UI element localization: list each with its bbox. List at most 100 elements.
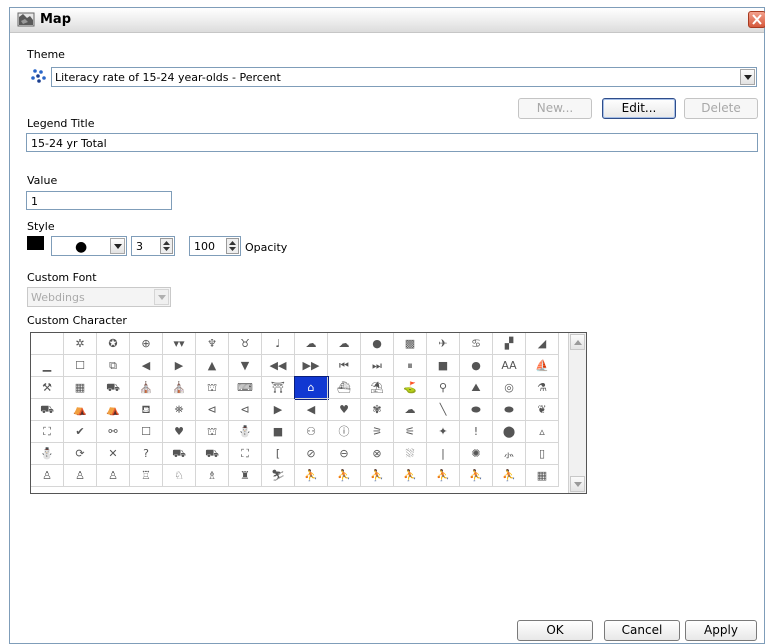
value-input[interactable]: 1	[26, 191, 172, 210]
character-cell[interactable]: ▲	[196, 355, 229, 377]
legend-title-input[interactable]: 15-24 yr Total	[26, 133, 758, 152]
character-cell[interactable]: ⛶	[31, 421, 64, 443]
character-cell[interactable]: ⛺	[64, 399, 97, 421]
character-cell[interactable]: ♖	[130, 465, 163, 487]
symbol-dropdown-arrow[interactable]	[110, 238, 125, 254]
character-cell[interactable]: ⛟	[31, 399, 64, 421]
character-cell[interactable]: ⊲	[229, 399, 262, 421]
character-cell[interactable]: ⚇	[295, 421, 328, 443]
ok-button[interactable]: OK	[517, 620, 593, 641]
character-cell[interactable]: ⛩	[262, 377, 295, 399]
character-cell[interactable]: ▶	[262, 399, 295, 421]
character-cell[interactable]: ■	[427, 355, 460, 377]
character-cell[interactable]: ⛟	[196, 443, 229, 465]
character-cell[interactable]: |	[427, 443, 460, 465]
character-cell[interactable]: ✦	[427, 421, 460, 443]
character-cell[interactable]: ⛹	[295, 465, 328, 487]
character-cell[interactable]: ◢	[526, 333, 559, 355]
character-cell[interactable]: ✲	[64, 333, 97, 355]
style-symbol-select[interactable]: ●	[51, 236, 127, 256]
character-cell[interactable]: ⌨	[229, 377, 262, 399]
style-color-swatch[interactable]	[27, 236, 44, 250]
character-cell[interactable]: ⛹	[460, 465, 493, 487]
character-cell[interactable]: ●	[361, 333, 394, 355]
character-cell[interactable]: ✕	[97, 443, 130, 465]
character-cell[interactable]: ⛹	[394, 465, 427, 487]
scroll-down-button[interactable]	[570, 476, 585, 492]
character-cell[interactable]: ◎	[493, 377, 526, 399]
character-cell[interactable]: ⛹	[361, 465, 394, 487]
grid-scrollbar[interactable]	[568, 333, 586, 493]
character-cell[interactable]: [	[262, 443, 295, 465]
character-cell[interactable]: ✺	[460, 443, 493, 465]
character-cell[interactable]: ■	[262, 421, 295, 443]
character-cell[interactable]: ▞	[493, 333, 526, 355]
character-cell[interactable]: ⛺	[97, 399, 130, 421]
opacity-spinner[interactable]: 100	[189, 236, 241, 256]
character-cell[interactable]: ⚲	[427, 377, 460, 399]
apply-button[interactable]: Apply	[685, 620, 757, 641]
character-cell[interactable]: ▵	[526, 421, 559, 443]
character-cell[interactable]: ☁	[328, 333, 361, 355]
character-cell[interactable]: ♗	[196, 465, 229, 487]
character-cell[interactable]: ⺗	[493, 443, 526, 465]
character-cell[interactable]: ▦	[526, 465, 559, 487]
character-cell[interactable]: ⛳	[394, 377, 427, 399]
character-cell[interactable]: ⛱	[361, 377, 394, 399]
character-cell[interactable]: ⚗	[526, 377, 559, 399]
character-cell[interactable]: ⛾	[130, 399, 163, 421]
character-cell[interactable]: ✪	[97, 333, 130, 355]
character-cell[interactable]: ⏮	[328, 355, 361, 377]
character-cell[interactable]: ▁	[31, 355, 64, 377]
character-cell[interactable]: ▩	[394, 333, 427, 355]
cancel-button[interactable]: Cancel	[604, 620, 680, 641]
character-cell[interactable]: ✾	[361, 399, 394, 421]
character-cell[interactable]: ⛟	[163, 443, 196, 465]
character-cell[interactable]: ⛹	[493, 465, 526, 487]
character-cell[interactable]: ⛯	[163, 399, 196, 421]
character-cell[interactable]: ◀	[295, 399, 328, 421]
character-cell[interactable]: ?	[130, 443, 163, 465]
character-cell[interactable]: ⬬	[493, 399, 526, 421]
character-cell[interactable]: ⌂	[294, 376, 329, 400]
character-cell[interactable]: ♙	[64, 465, 97, 487]
character-cell[interactable]: ◀	[130, 355, 163, 377]
character-cell[interactable]: ❦	[526, 399, 559, 421]
character-cell[interactable]: ⛵	[526, 355, 559, 377]
character-cell[interactable]: ⛄	[31, 443, 64, 465]
character-cell[interactable]: ⧉	[97, 355, 130, 377]
character-cell[interactable]: ⬤	[493, 421, 526, 443]
character-cell[interactable]: ⛫	[196, 377, 229, 399]
theme-select[interactable]: Literacy rate of 15-24 year-olds - Perce…	[51, 67, 757, 87]
character-cell[interactable]: ☁	[295, 333, 328, 355]
character-cell[interactable]: ♙	[97, 465, 130, 487]
character-cell[interactable]: ▶▶	[295, 355, 328, 377]
character-cell[interactable]: ⊲	[196, 399, 229, 421]
character-cell[interactable]: ⛆	[394, 443, 427, 465]
character-cell[interactable]: ♉	[229, 333, 262, 355]
delete-theme-button[interactable]: Delete	[684, 98, 758, 119]
character-cell[interactable]: ⟳	[64, 443, 97, 465]
character-cell[interactable]: ⛫	[196, 421, 229, 443]
character-cell[interactable]: ●	[460, 355, 493, 377]
edit-theme-button[interactable]: Edit...	[602, 98, 676, 119]
theme-dropdown-arrow[interactable]	[740, 69, 755, 85]
size-spin-buttons[interactable]	[160, 238, 173, 254]
character-cell[interactable]: ⛄	[229, 421, 262, 443]
custom-font-select[interactable]: Webdings	[27, 287, 171, 307]
character-cell[interactable]: ⊕	[130, 333, 163, 355]
character-cell[interactable]: ♥	[163, 421, 196, 443]
character-cell[interactable]: ⛟	[97, 377, 130, 399]
character-cell[interactable]: ⛶	[229, 443, 262, 465]
character-cell[interactable]	[31, 333, 64, 355]
character-cell[interactable]: ▼	[229, 355, 262, 377]
character-cell[interactable]: ⚒	[31, 377, 64, 399]
character-cell[interactable]: ⛹	[427, 465, 460, 487]
character-cell[interactable]: ⓘ	[328, 421, 361, 443]
character-cell[interactable]: ⛪	[130, 377, 163, 399]
character-cell[interactable]: ▶	[163, 355, 196, 377]
character-cell[interactable]: ⚞	[361, 421, 394, 443]
new-theme-button[interactable]: New...	[518, 98, 592, 119]
character-cell[interactable]: ▾▾	[163, 333, 196, 355]
opacity-spin-buttons[interactable]	[226, 238, 239, 254]
